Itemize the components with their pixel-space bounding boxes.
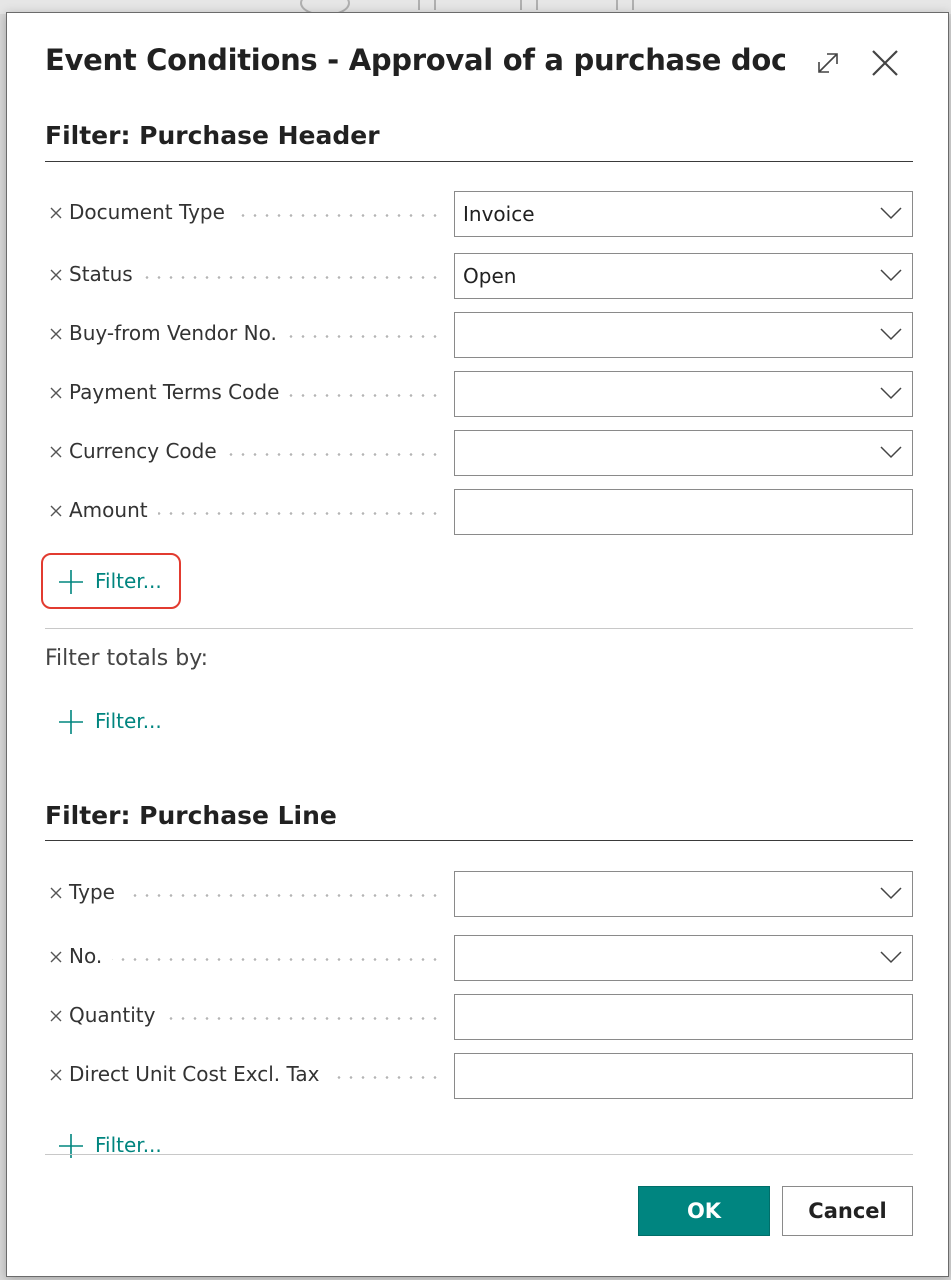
plus-icon — [59, 710, 83, 734]
plus-icon — [59, 570, 83, 594]
expand-icon[interactable] — [813, 48, 843, 78]
close-icon[interactable] — [867, 45, 903, 81]
chevron-down-icon — [880, 951, 902, 964]
chevron-down-icon — [880, 328, 902, 341]
chevron-down-icon — [880, 446, 902, 459]
leader-dots — [69, 958, 439, 961]
filter-value-select[interactable] — [454, 371, 913, 417]
event-conditions-dialog: Event Conditions - Approval of a purchas… — [6, 12, 949, 1277]
filter-value: Open — [463, 264, 517, 288]
filter-row-currency-code: Currency Code — [45, 430, 913, 476]
plus-icon — [59, 1134, 83, 1158]
ok-button[interactable]: OK — [638, 1186, 770, 1236]
filter-value-select[interactable] — [454, 871, 913, 917]
background-delete-icon — [616, 0, 634, 10]
chevron-down-icon — [880, 887, 902, 900]
remove-filter-icon[interactable] — [49, 265, 63, 285]
filter-label: Payment Terms Code — [69, 380, 290, 404]
filter-label: Direct Unit Cost Excl. Tax — [69, 1062, 330, 1086]
remove-filter-icon[interactable] — [49, 1006, 63, 1026]
section-divider — [45, 161, 913, 162]
chevron-down-icon — [880, 207, 902, 220]
filter-label: Amount — [69, 498, 158, 522]
filter-row-direct-unit-cost: Direct Unit Cost Excl. Tax — [45, 1053, 913, 1099]
filter-row-document-type: Document Type Invoice — [45, 191, 913, 237]
filter-row-no: No. — [45, 935, 913, 981]
background-share-icon — [418, 0, 436, 10]
add-totals-filter-label: Filter... — [95, 709, 162, 733]
filter-value-input[interactable] — [454, 489, 913, 535]
filter-label: No. — [69, 944, 113, 968]
remove-filter-icon[interactable] — [49, 883, 63, 903]
add-filter-label: Filter... — [95, 569, 162, 593]
filter-row-buy-from-vendor-no: Buy-from Vendor No. — [45, 312, 913, 358]
filter-label: Currency Code — [69, 439, 227, 463]
filter-totals-label: Filter totals by: — [45, 646, 209, 671]
filter-value-select[interactable]: Invoice — [454, 191, 913, 237]
filter-row-status: Status Open — [45, 253, 913, 299]
section-title-purchase-header: Filter: Purchase Header — [45, 121, 380, 150]
remove-filter-icon[interactable] — [49, 947, 63, 967]
filter-row-payment-terms-code: Payment Terms Code — [45, 371, 913, 417]
filter-value-select[interactable] — [454, 430, 913, 476]
chevron-down-icon — [880, 387, 902, 400]
remove-filter-icon[interactable] — [49, 383, 63, 403]
filter-value-input[interactable] — [454, 994, 913, 1040]
chevron-down-icon — [880, 269, 902, 282]
background-add-icon — [520, 0, 538, 10]
remove-filter-icon[interactable] — [49, 203, 63, 223]
filter-label: Quantity — [69, 1003, 166, 1027]
section-title-purchase-line: Filter: Purchase Line — [45, 801, 337, 830]
cancel-button[interactable]: Cancel — [782, 1186, 913, 1236]
filter-row-amount: Amount — [45, 489, 913, 535]
remove-filter-icon[interactable] — [49, 1065, 63, 1085]
divider — [45, 628, 913, 629]
filter-value: Invoice — [463, 202, 535, 226]
dialog-title: Event Conditions - Approval of a purchas… — [45, 43, 785, 77]
filter-row-quantity: Quantity — [45, 994, 913, 1040]
filter-value-select[interactable] — [454, 312, 913, 358]
filter-label: Type — [69, 880, 125, 904]
filter-row-type: Type — [45, 871, 913, 917]
divider — [45, 1154, 913, 1155]
section-divider — [45, 840, 913, 841]
remove-filter-icon[interactable] — [49, 442, 63, 462]
remove-filter-icon[interactable] — [49, 324, 63, 344]
filter-label: Document Type — [69, 200, 235, 224]
filter-value-select[interactable] — [454, 935, 913, 981]
filter-value-select[interactable]: Open — [454, 253, 913, 299]
filter-label: Status — [69, 262, 143, 286]
filter-value-input[interactable] — [454, 1053, 913, 1099]
filter-label: Buy-from Vendor No. — [69, 321, 287, 345]
remove-filter-icon[interactable] — [49, 501, 63, 521]
